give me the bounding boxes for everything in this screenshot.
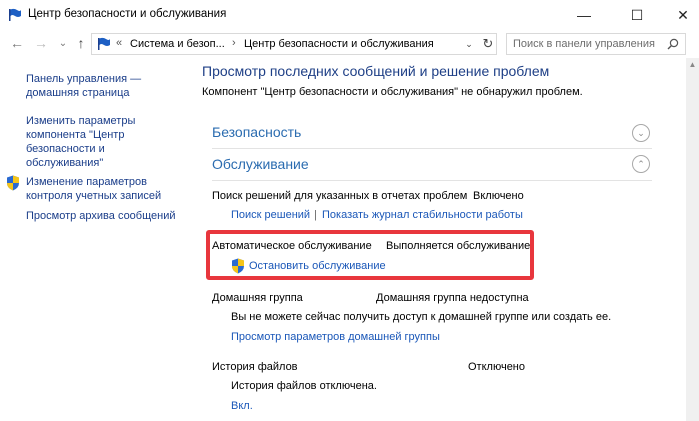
up-button[interactable]: ↑ bbox=[72, 34, 90, 52]
address-dropdown-icon[interactable]: ⌄ bbox=[462, 37, 476, 51]
expand-security-button[interactable]: ⌄ bbox=[632, 124, 650, 142]
recent-locations-dropdown[interactable]: ⌄ bbox=[54, 34, 72, 52]
flag-icon bbox=[98, 37, 110, 50]
sidebar-item-label: Изменить параметры bbox=[26, 115, 136, 127]
breadcrumb-separator[interactable]: › bbox=[232, 37, 236, 49]
search-placeholder: Поиск в панели управления bbox=[513, 38, 655, 50]
find-solutions-link[interactable]: Поиск решений bbox=[231, 209, 310, 221]
back-button[interactable]: ← bbox=[8, 34, 26, 52]
sidebar: Панель управления — домашняя страница Из… bbox=[0, 58, 190, 421]
homegroup-description: Вы не можете сейчас получить доступ к до… bbox=[231, 311, 612, 323]
problem-reports-label: Поиск решений для указанных в отчетах пр… bbox=[212, 190, 468, 202]
minimize-button[interactable]: — bbox=[561, 0, 607, 30]
refresh-icon[interactable]: ↻ bbox=[480, 36, 496, 52]
file-history-status: Отключено bbox=[468, 361, 525, 373]
sidebar-item-label: компонента "Центр bbox=[26, 129, 125, 141]
reliability-history-link[interactable]: Показать журнал стабильности работы bbox=[322, 209, 523, 221]
vertical-scrollbar[interactable]: ▲ bbox=[686, 58, 699, 421]
forward-button[interactable]: → bbox=[32, 34, 50, 52]
highlight-box bbox=[206, 230, 534, 280]
sidebar-item-message-archive[interactable]: Просмотр архива сообщений bbox=[26, 209, 176, 223]
page-title: Просмотр последних сообщений и решение п… bbox=[202, 63, 550, 79]
problem-reports-status: Включено bbox=[473, 190, 524, 202]
address-bar[interactable]: « Система и безоп... › Центр безопасност… bbox=[91, 33, 497, 55]
divider bbox=[212, 180, 652, 181]
main-content: Просмотр последних сообщений и решение п… bbox=[190, 58, 686, 421]
sidebar-item-label: обслуживания" bbox=[26, 157, 104, 169]
window-title: Центр безопасности и обслуживания bbox=[28, 8, 227, 20]
flag-icon bbox=[9, 8, 21, 21]
sidebar-item-label: безопасности и bbox=[26, 143, 105, 155]
file-history-description: История файлов отключена. bbox=[231, 380, 377, 392]
homegroup-label: Домашняя группа bbox=[212, 292, 303, 304]
link-separator: | bbox=[314, 209, 317, 221]
maximize-button[interactable]: ☐ bbox=[614, 0, 660, 30]
homegroup-settings-link[interactable]: Просмотр параметров домашней группы bbox=[231, 331, 440, 343]
close-button[interactable]: ✕ bbox=[660, 0, 699, 30]
collapse-maintenance-button[interactable]: ⌃ bbox=[632, 155, 650, 173]
scroll-up-icon[interactable]: ▲ bbox=[686, 60, 699, 72]
sidebar-item-change-settings[interactable]: Изменить параметры компонента "Центр без… bbox=[26, 114, 135, 170]
search-box[interactable]: Поиск в панели управления bbox=[506, 33, 686, 55]
sidebar-item-label: домашняя страница bbox=[26, 87, 130, 99]
sidebar-item-uac-settings[interactable]: Изменение параметров контроля учетных за… bbox=[26, 175, 161, 203]
sidebar-item-label: Просмотр архива сообщений bbox=[26, 210, 176, 222]
sidebar-item-label: Панель управления — bbox=[26, 73, 142, 85]
breadcrumb-overflow[interactable]: « bbox=[116, 37, 122, 49]
title-bar: Центр безопасности и обслуживания — ☐ ✕ bbox=[0, 0, 699, 30]
sidebar-item-label: Изменение параметров bbox=[26, 176, 147, 188]
page-subtitle: Компонент "Центр безопасности и обслужив… bbox=[202, 86, 583, 98]
section-maintenance-title[interactable]: Обслуживание bbox=[212, 156, 309, 172]
divider bbox=[212, 148, 652, 149]
breadcrumb-system-security[interactable]: Система и безоп... bbox=[130, 38, 225, 50]
breadcrumb-security-center[interactable]: Центр безопасности и обслуживания bbox=[244, 38, 434, 50]
homegroup-status: Домашняя группа недоступна bbox=[376, 292, 529, 304]
uac-shield-icon bbox=[7, 175, 19, 191]
file-history-label: История файлов bbox=[212, 361, 298, 373]
sidebar-item-home[interactable]: Панель управления — домашняя страница bbox=[26, 72, 141, 100]
sidebar-item-label: контроля учетных записей bbox=[26, 190, 162, 202]
search-icon[interactable] bbox=[667, 38, 679, 50]
navigation-bar: ← → ⌄ ↑ « Система и безоп... › Центр без… bbox=[0, 30, 699, 58]
section-security-title[interactable]: Безопасность bbox=[212, 124, 301, 140]
file-history-enable-link[interactable]: Вкл. bbox=[231, 400, 253, 412]
